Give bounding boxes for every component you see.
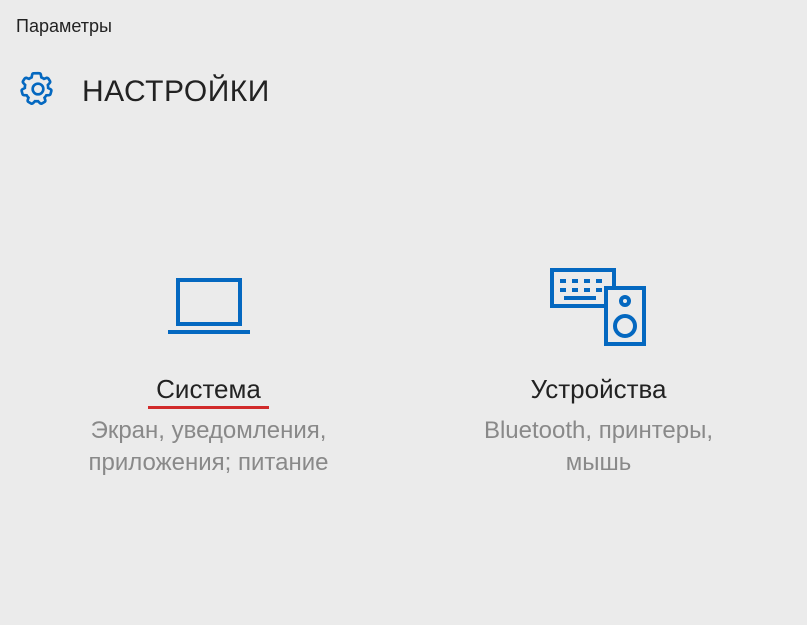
page-title: НАСТРОЙКИ: [82, 75, 270, 109]
tile-devices[interactable]: Устройства Bluetooth, принтеры, мышь: [449, 264, 749, 480]
tile-system-description: Экран, уведомления, приложения; питание: [59, 415, 359, 480]
devices-icon: [544, 264, 654, 354]
tile-system-title: Система: [156, 374, 261, 405]
tile-devices-title: Устройства: [530, 374, 666, 405]
laptop-icon: [164, 264, 254, 354]
tile-system-title-text: Система: [156, 374, 261, 404]
header-row: НАСТРОЙКИ: [0, 37, 807, 114]
tile-devices-description: Bluetooth, принтеры, мышь: [449, 415, 749, 480]
red-underline-annotation: [148, 406, 269, 409]
window-title: Параметры: [0, 0, 807, 37]
gear-icon: [18, 69, 58, 114]
tiles-container: Система Экран, уведомления, приложения; …: [0, 264, 807, 480]
tile-system[interactable]: Система Экран, уведомления, приложения; …: [59, 264, 359, 480]
